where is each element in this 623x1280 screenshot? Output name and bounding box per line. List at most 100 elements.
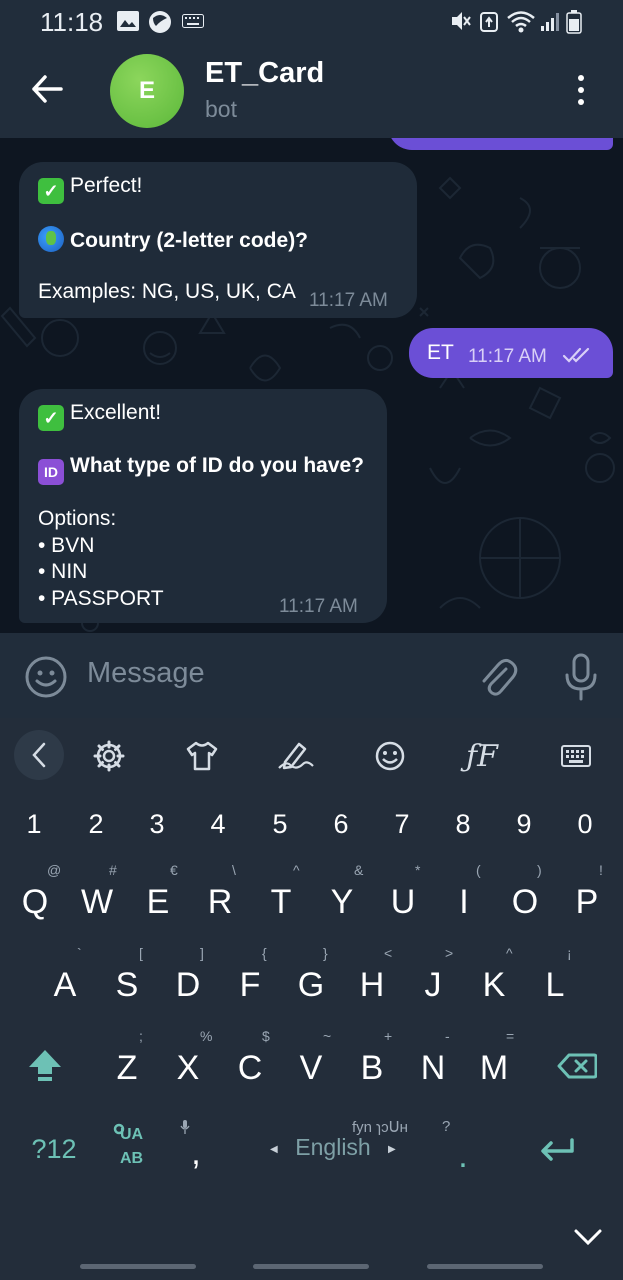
key-1[interactable]: 1	[4, 794, 64, 854]
key-6[interactable]: 6	[311, 794, 371, 854]
message-line: Country (2-letter code)?	[38, 226, 308, 253]
key-hint: #	[109, 862, 117, 878]
message-input[interactable]: Message	[87, 657, 205, 690]
translate-key[interactable]: UA AB	[106, 1116, 156, 1176]
key-g[interactable]: G	[281, 955, 341, 1015]
nav-back[interactable]	[427, 1264, 543, 1269]
handwriting-icon	[278, 742, 314, 770]
keyboard-settings-button[interactable]	[85, 734, 133, 778]
key-u[interactable]: U	[373, 872, 433, 932]
battery-icon	[566, 10, 582, 34]
emoji-button[interactable]	[25, 656, 67, 698]
keyboard-switch-button[interactable]	[552, 734, 600, 778]
dot-icon	[578, 99, 584, 105]
outgoing-message[interactable]: ET 11:17 AM	[409, 328, 613, 378]
outgoing-message-partial[interactable]	[388, 138, 613, 150]
space-bar[interactable]: English	[270, 1134, 396, 1161]
key-n[interactable]: N	[403, 1038, 463, 1098]
period-key[interactable]: .	[448, 1136, 478, 1176]
key-4[interactable]: 4	[188, 794, 248, 854]
sticker-icon	[375, 741, 405, 771]
incoming-message[interactable]: ✓ Perfect! Country (2-letter code)? Examp…	[19, 162, 417, 318]
key-hint: >	[445, 945, 454, 961]
key-i[interactable]: I	[434, 872, 494, 932]
back-button[interactable]	[24, 66, 70, 112]
key-0[interactable]: 0	[555, 794, 615, 854]
key-hint: $	[262, 1028, 270, 1044]
key-t[interactable]: T	[251, 872, 311, 932]
key-r[interactable]: R	[190, 872, 250, 932]
backspace-key[interactable]	[552, 1044, 602, 1088]
key-3[interactable]: 3	[127, 794, 187, 854]
more-options-button[interactable]	[566, 68, 596, 112]
dot-icon	[578, 75, 584, 81]
backspace-icon	[557, 1053, 597, 1079]
key-c[interactable]: C	[220, 1038, 280, 1098]
chevron-right-small-icon: ▶	[388, 1144, 396, 1155]
message-line: ✓ Excellent!	[38, 400, 364, 431]
key-x[interactable]: X	[158, 1038, 218, 1098]
key-s[interactable]: S	[97, 955, 157, 1015]
incoming-message[interactable]: ✓ Excellent! ID What type of ID do you hav…	[19, 389, 387, 623]
message-time: 11:17 AM	[468, 346, 547, 367]
chat-header: E ET_Card bot	[0, 42, 623, 138]
hide-keyboard-button[interactable]	[568, 1222, 608, 1252]
key-a[interactable]: A	[35, 955, 95, 1015]
id-icon: ID	[38, 459, 64, 485]
key-9[interactable]: 9	[494, 794, 554, 854]
keyboard-collapse-button[interactable]	[14, 730, 64, 780]
browser-icon	[149, 11, 171, 33]
microphone-icon[interactable]	[563, 653, 599, 701]
key-q[interactable]: Q	[5, 872, 65, 932]
keyboard-theme-button[interactable]	[178, 734, 226, 778]
nav-recents[interactable]	[80, 1264, 196, 1269]
chat-area[interactable]: ✓ Perfect! Country (2-letter code)? Examp…	[0, 138, 623, 633]
key-v[interactable]: V	[281, 1038, 341, 1098]
key-h[interactable]: H	[342, 955, 402, 1015]
key-hint: ¡	[567, 945, 572, 961]
key-hint: +	[384, 1028, 393, 1044]
avatar[interactable]: E	[110, 54, 184, 128]
key-y[interactable]: Y	[312, 872, 372, 932]
shift-key[interactable]	[20, 1040, 70, 1090]
key-l[interactable]: L	[525, 955, 585, 1015]
emoji-keyboard-button[interactable]	[366, 734, 414, 778]
enter-key[interactable]	[532, 1128, 582, 1172]
key-m[interactable]: M	[464, 1038, 524, 1098]
status-bar: 11:18	[0, 0, 623, 42]
key-k[interactable]: K	[464, 955, 524, 1015]
handwriting-button[interactable]	[272, 734, 320, 778]
key-hint: ^	[506, 945, 513, 961]
key-w[interactable]: W	[67, 872, 127, 932]
comma-key[interactable]: ,	[176, 1128, 216, 1178]
key-z[interactable]: Z	[97, 1038, 157, 1098]
symbols-key[interactable]: ?12	[22, 1128, 86, 1170]
key-hint: ]	[200, 945, 204, 961]
key-hint: )	[537, 862, 542, 878]
font-style-button[interactable]: ƒF	[458, 734, 506, 778]
key-2[interactable]: 2	[66, 794, 126, 854]
key-hint: [	[139, 945, 143, 961]
key-o[interactable]: O	[495, 872, 555, 932]
translate-top-label: UA	[120, 1126, 144, 1143]
key-d[interactable]: D	[158, 955, 218, 1015]
key-p[interactable]: P	[557, 872, 617, 932]
key-b[interactable]: B	[342, 1038, 402, 1098]
key-8[interactable]: 8	[433, 794, 493, 854]
key-7[interactable]: 7	[372, 794, 432, 854]
data-saver-icon	[480, 12, 498, 32]
key-e[interactable]: E	[128, 872, 188, 932]
key-j[interactable]: J	[403, 955, 463, 1015]
key-5[interactable]: 5	[250, 794, 310, 854]
nav-home[interactable]	[253, 1264, 369, 1269]
key-hint: {	[262, 945, 267, 961]
key-hint: \	[232, 862, 236, 878]
key-hint: ^	[293, 862, 300, 878]
tshirt-icon	[186, 741, 218, 771]
attach-icon[interactable]	[478, 655, 518, 699]
chat-title[interactable]: ET_Card	[205, 57, 324, 90]
key-f[interactable]: F	[220, 955, 280, 1015]
